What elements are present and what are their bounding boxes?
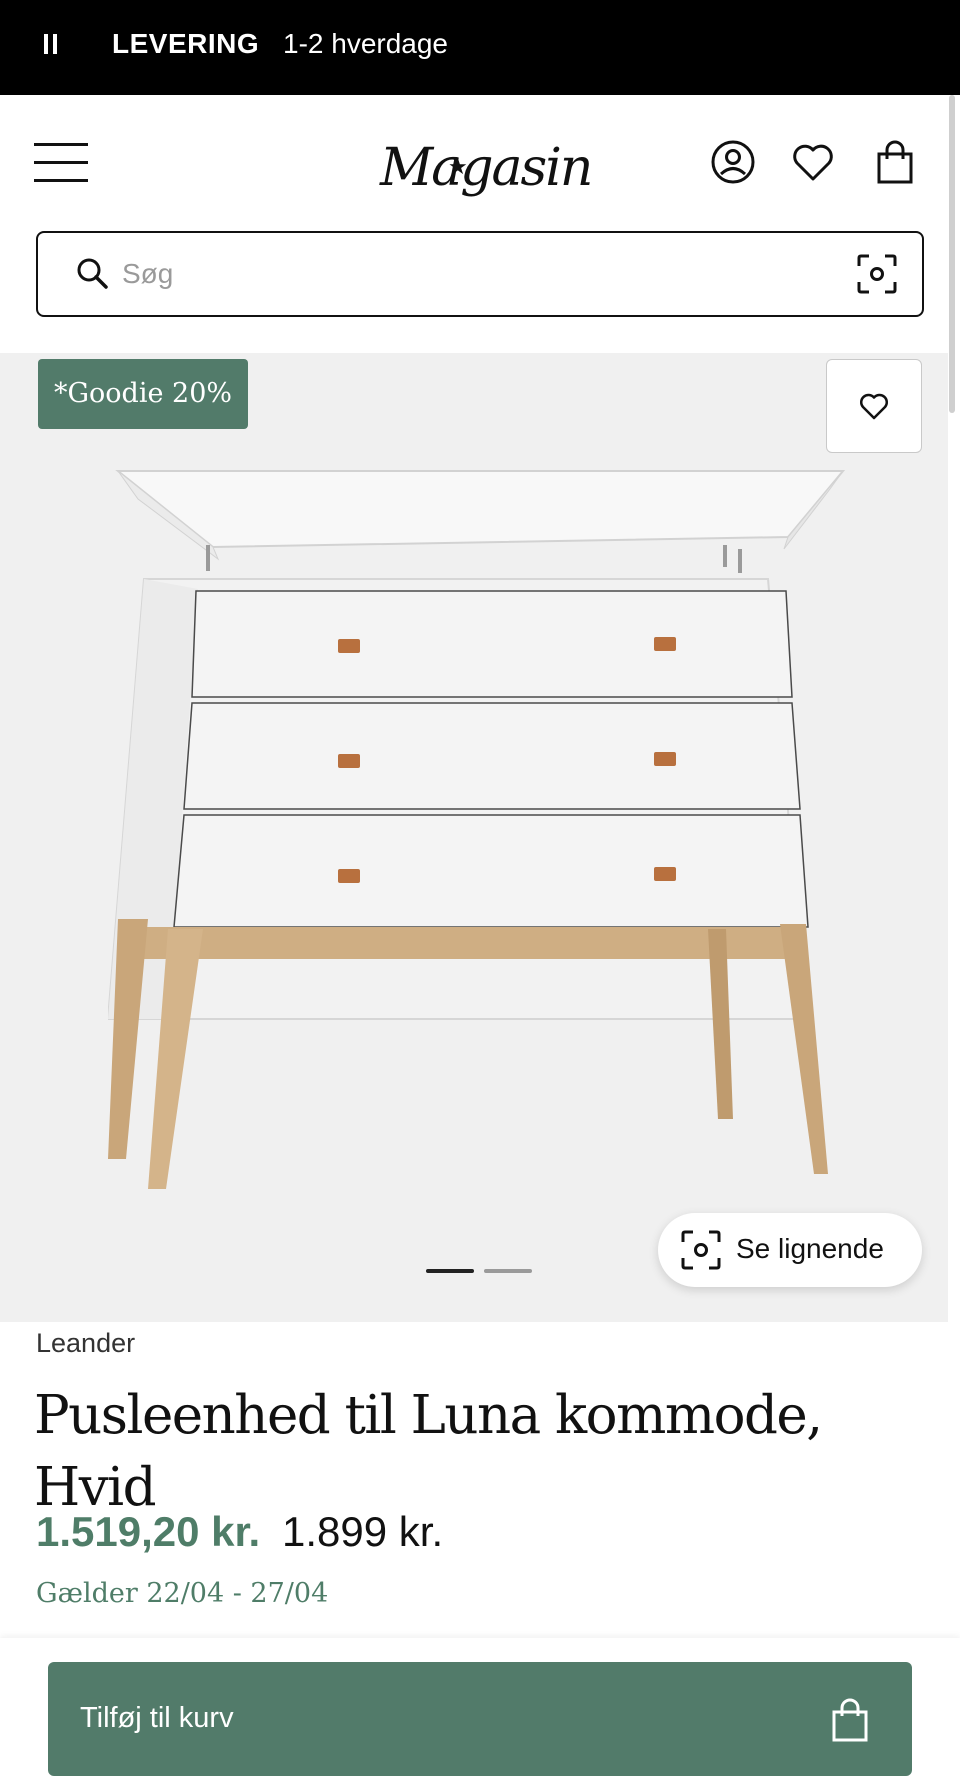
product-brand[interactable]: Leander (36, 1328, 135, 1359)
bag-icon[interactable] (870, 137, 920, 187)
account-icon[interactable] (708, 137, 758, 187)
logo-text: Magasin (380, 138, 593, 198)
carousel-dot-2[interactable] (484, 1269, 532, 1273)
banner-title: LEVERING (112, 28, 260, 59)
shopping-bag-icon (828, 1696, 872, 1744)
search-input[interactable] (122, 251, 772, 297)
site-header: ★ Magasin (0, 95, 960, 353)
carousel-indicator (426, 1269, 536, 1275)
add-to-wishlist-button[interactable] (826, 359, 922, 453)
original-price: 1.899 kr. (282, 1508, 444, 1555)
sale-price: 1.519,20 kr. (36, 1508, 261, 1555)
add-to-cart-button[interactable]: Tilføj til kurv (48, 1662, 912, 1776)
product-title: Pusleenhed til Luna kommode, Hvid (34, 1385, 823, 1518)
offer-validity: Gælder 22/04 - 27/04 (36, 1578, 329, 1609)
delivery-banner: LEVERING 1-2 hverdage (0, 0, 960, 95)
site-logo[interactable]: ★ Magasin (380, 133, 593, 213)
pause-icon[interactable] (44, 34, 60, 56)
scrollbar-thumb[interactable] (949, 95, 955, 413)
wishlist-icon[interactable] (788, 137, 838, 187)
product-image[interactable] (108, 459, 858, 1189)
search-icon (74, 255, 110, 291)
logo-star-icon: ★ (448, 155, 468, 180)
banner-subtitle: 1-2 hverdage (283, 28, 449, 59)
discount-badge: *Goodie 20% (38, 359, 248, 429)
menu-icon[interactable] (34, 143, 90, 183)
carousel-dot-1[interactable] (426, 1269, 474, 1273)
add-to-cart-label: Tilføj til kurv (80, 1702, 234, 1734)
sticky-cart-bar: Tilføj til kurv (0, 1638, 960, 1786)
see-similar-button[interactable]: Se lignende (658, 1213, 922, 1287)
product-gallery[interactable]: *Goodie 20% Se lignende (0, 353, 948, 1322)
search-bar[interactable] (36, 231, 924, 317)
see-similar-label: Se lignende (736, 1233, 884, 1264)
camera-scan-icon[interactable] (856, 253, 898, 295)
heart-icon (860, 393, 888, 420)
camera-scan-icon (680, 1229, 722, 1271)
